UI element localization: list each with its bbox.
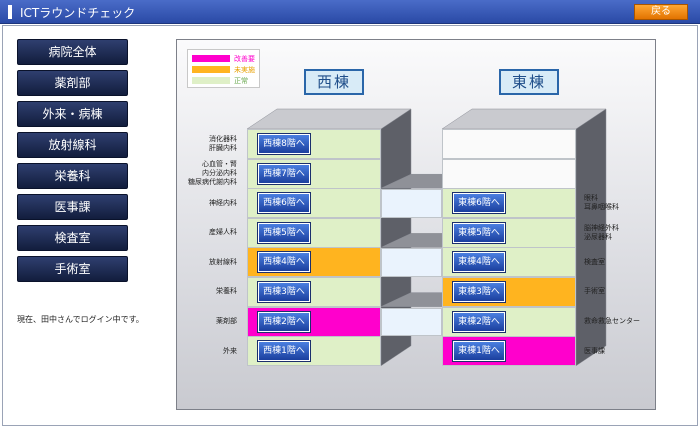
west-dept-label-6: 薬剤部 xyxy=(216,316,237,325)
legend-swatch-normal xyxy=(192,77,230,84)
west-dept-label-2: 神経内科 xyxy=(209,198,237,207)
west-dept-label-7: 外来 xyxy=(223,346,237,355)
west-tower-title: 西棟 xyxy=(304,69,364,95)
legend-swatch-improve xyxy=(192,55,230,62)
west-floor-button-4[interactable]: 西棟4階へ xyxy=(258,252,310,273)
west-floor-button-0[interactable]: 西棟8階へ xyxy=(258,134,310,154)
east-floor-button-5[interactable]: 東棟3階へ xyxy=(453,282,505,302)
west-dept-label-4: 放射線科 xyxy=(209,257,237,266)
east-floor-button-2[interactable]: 東棟6階へ xyxy=(453,193,505,214)
east-dept-label-3: 脳神経外科 泌尿器科 xyxy=(584,223,619,241)
east-floor-button-3[interactable]: 東棟5階へ xyxy=(453,222,505,243)
east-floor-button-7[interactable]: 東棟1階へ xyxy=(453,341,505,362)
west-floor-button-7[interactable]: 西棟1階へ xyxy=(258,341,310,362)
west-floor-button-6[interactable]: 西棟2階へ xyxy=(258,311,310,332)
east-tower-title: 東棟 xyxy=(499,69,559,95)
east-dept-label-7: 医事課 xyxy=(584,346,605,355)
west-floor-button-2[interactable]: 西棟6階へ xyxy=(258,193,310,214)
east-dept-label-4: 検査室 xyxy=(584,257,605,266)
bridge-2 xyxy=(381,189,442,218)
east-dept-label-6: 救命救急センター xyxy=(584,316,640,325)
west-dept-label-5: 栄養科 xyxy=(216,287,237,296)
west-dept-label-1: 心血管・腎 内分泌内科 糖尿病代謝内科 xyxy=(188,159,237,186)
east-floor-0 xyxy=(442,129,576,160)
bridge-4 xyxy=(381,248,442,277)
west-floor-button-5[interactable]: 西棟3階へ xyxy=(258,282,310,302)
legend-swatch-pending xyxy=(192,66,230,73)
legend-label-normal: 正常 xyxy=(234,77,248,85)
west-floor-button-3[interactable]: 西棟5階へ xyxy=(258,222,310,243)
west-dept-label-0: 消化器科 肝臓内科 xyxy=(209,134,237,152)
legend-label-pending: 未実施 xyxy=(234,66,255,74)
east-dept-label-2: 眼科 耳鼻咽喉科 xyxy=(584,194,619,211)
east-dept-label-5: 手術室 xyxy=(584,287,605,296)
legend-label-improve: 改善要 xyxy=(234,55,255,63)
east-floor-button-4[interactable]: 東棟4階へ xyxy=(453,252,505,273)
east-floor-1 xyxy=(442,158,576,189)
west-dept-label-3: 産婦人科 xyxy=(209,228,237,237)
legend: 改善要 未実施 正常 xyxy=(187,49,260,88)
bridge-6 xyxy=(381,307,442,337)
east-floor-button-6[interactable]: 東棟2階へ xyxy=(453,311,505,332)
west-floor-button-1[interactable]: 西棟7階へ xyxy=(258,163,310,184)
